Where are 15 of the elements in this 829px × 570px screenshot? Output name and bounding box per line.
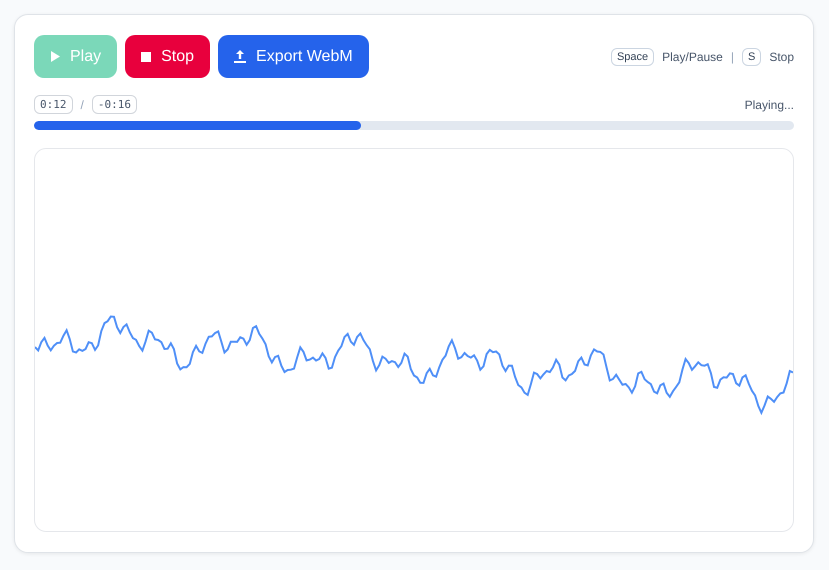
playback-status: Playing... <box>744 98 794 112</box>
progress-track[interactable] <box>34 121 794 130</box>
export-button[interactable]: Export WebM <box>218 35 369 78</box>
stop-button[interactable]: Stop <box>125 35 210 78</box>
key-hint: S <box>742 48 762 66</box>
play-icon <box>50 51 60 62</box>
stop-icon <box>141 52 152 62</box>
elapsed-time: 0:12 <box>34 95 72 114</box>
shortcut-label: Stop <box>769 50 794 64</box>
separator: | <box>730 50 734 64</box>
remaining-time: -0:16 <box>92 95 137 114</box>
upload-icon <box>234 50 246 63</box>
shortcut-label: Play/Pause <box>662 50 723 64</box>
key-hint: Space <box>610 48 654 66</box>
time-divider: / <box>80 98 84 112</box>
